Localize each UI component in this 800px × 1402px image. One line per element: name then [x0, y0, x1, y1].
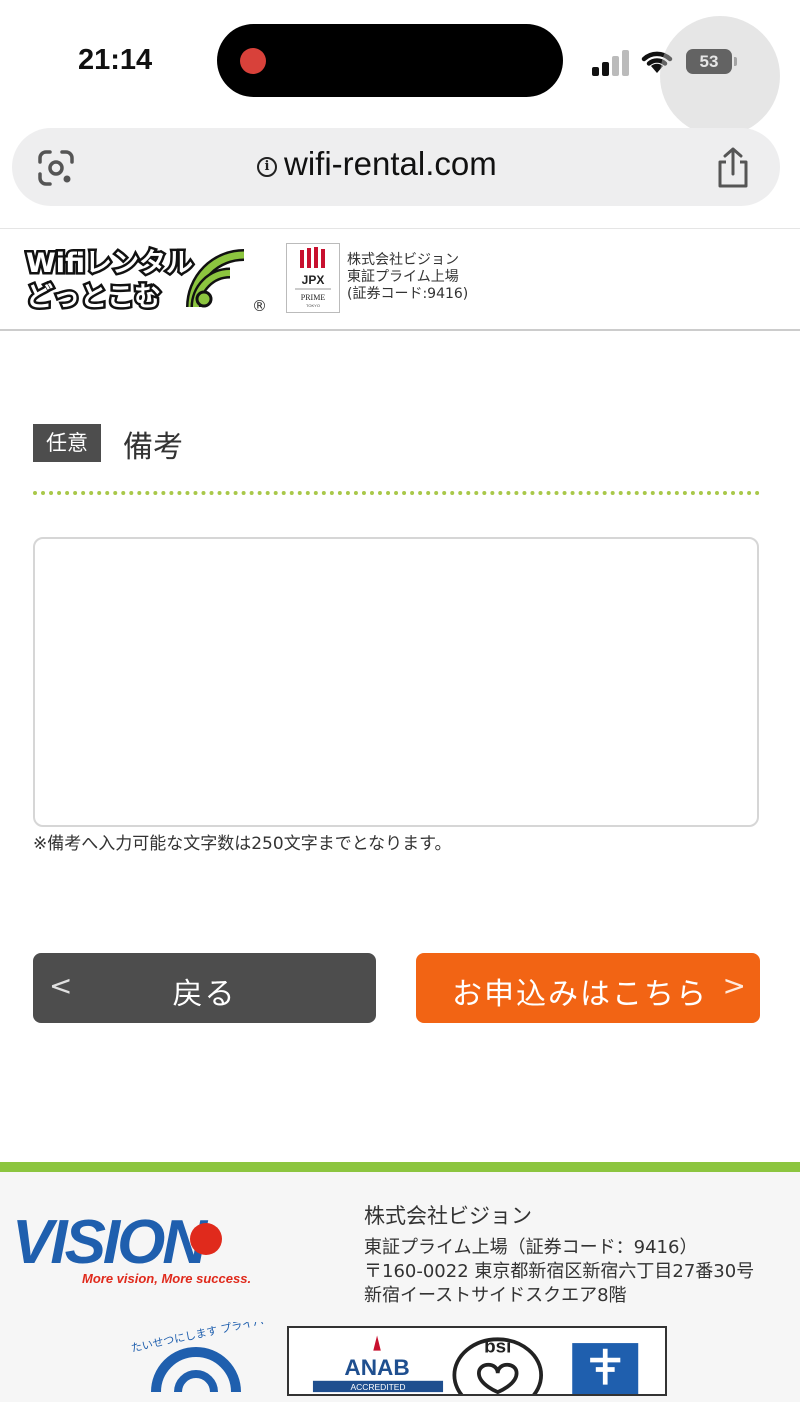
certification-logos: ANAB ACCREDITED bsi	[287, 1326, 667, 1396]
bsi-logo: bsi	[452, 1336, 543, 1394]
footer-listing: 東証プライム上場（証券コード：9416）	[364, 1237, 698, 1258]
footer-address: 東証プライム上場（証券コード：9416） 〒160-0022 東京都新宿区新宿六…	[364, 1236, 754, 1308]
remarks-textarea[interactable]	[33, 537, 759, 827]
back-button-label: 戻る	[172, 977, 237, 1012]
apply-button-label: お申込みはこちら	[452, 977, 708, 1012]
chevron-right-icon: >	[722, 969, 746, 1002]
character-limit-note: ※備考へ入力可能な文字数は250文字までとなります。	[33, 834, 452, 854]
logo-line2: どっとこむ	[26, 282, 161, 313]
securities-code: (証券コード:9416)	[347, 286, 469, 302]
logo-line1: Wifiレンタル	[26, 248, 193, 279]
listing-status: 東証プライム上場	[347, 269, 459, 285]
wifi-signal-icon	[186, 249, 245, 308]
privacy-mark-logo: たいせつにします プライバシー	[130, 1322, 266, 1392]
anab-accredited-text: ACCREDITED	[350, 1382, 405, 1392]
company-info: 株式会社ビジョン 東証プライム上場 (証券コード:9416)	[347, 252, 468, 303]
jqa-mark-icon	[572, 1343, 639, 1394]
info-icon[interactable]: i	[257, 157, 277, 177]
share-icon[interactable]	[714, 146, 752, 190]
cellular-signal-icon	[592, 48, 630, 76]
anab-logo: ANAB ACCREDITED	[312, 1335, 444, 1392]
footer-building: 新宿イーストサイドスクエア8階	[364, 1285, 627, 1306]
jpx-prime-text: PRIME	[301, 293, 326, 302]
company-name: 株式会社ビジョン	[347, 252, 459, 268]
wifi-rental-logo[interactable]: Wifiレンタル どっとこむ ®	[24, 241, 268, 316]
jpx-tokyo-text: TOKYO	[306, 303, 320, 308]
bsi-text: bsi	[484, 1336, 511, 1357]
vision-logo[interactable]: VISION More vision, More success.	[10, 1205, 270, 1295]
vision-logo-text: VISION	[12, 1208, 208, 1277]
apply-button[interactable]: お申込みはこちら >	[416, 953, 760, 1023]
dynamic-island	[217, 24, 563, 97]
footer-postal-address: 〒160-0022 東京都新宿区新宿六丁目27番30号	[364, 1261, 755, 1282]
registered-mark: ®	[252, 297, 267, 315]
anab-text: ANAB	[344, 1355, 409, 1380]
recording-indicator-icon	[240, 48, 266, 74]
optional-badge: 任意	[33, 424, 101, 462]
url-text[interactable]: wifi-rental.com	[284, 145, 497, 183]
remarks-title: 備考	[123, 430, 183, 465]
vision-tagline: More vision, More success.	[82, 1271, 251, 1286]
status-time: 21:14	[78, 44, 153, 76]
footer-company-name: 株式会社ビジョン	[364, 1204, 532, 1228]
jpx-text: JPX	[302, 273, 325, 287]
section-divider	[33, 491, 760, 495]
vision-logo-dot-icon	[190, 1223, 222, 1255]
back-button[interactable]: < 戻る	[33, 953, 376, 1023]
touch-indicator	[660, 16, 780, 136]
jpx-prime-logo: JPX PRIME TOKYO	[286, 243, 340, 313]
google-lens-icon[interactable]	[36, 148, 76, 188]
